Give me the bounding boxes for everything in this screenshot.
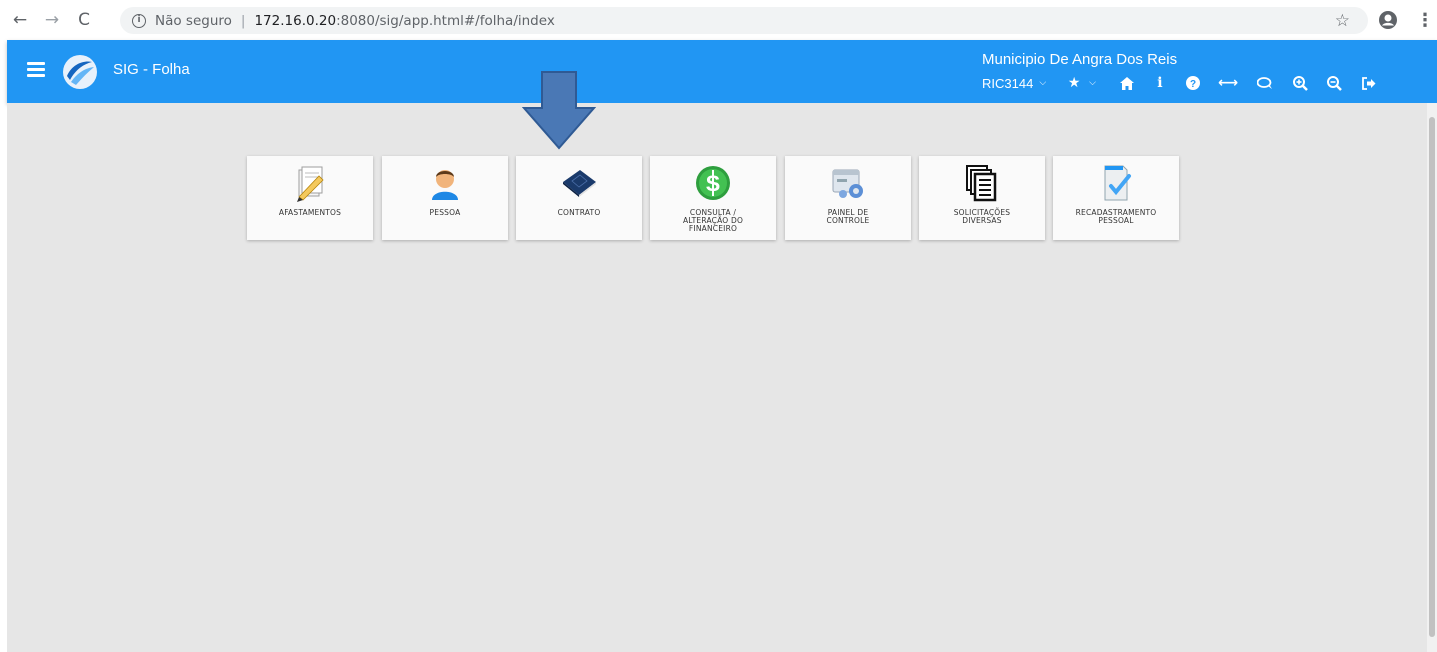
documents-stack-icon <box>966 165 997 202</box>
scrollbar-thumb[interactable] <box>1429 117 1435 637</box>
favorites-star-icon[interactable]: ★ <box>1065 74 1083 92</box>
tile-pessoa[interactable]: PESSOA <box>382 156 508 240</box>
expand-width-icon[interactable]: ⟷ <box>1218 74 1238 92</box>
chat-icon[interactable] <box>1256 74 1274 92</box>
zoom-in-icon[interactable] <box>1292 74 1310 92</box>
document-check-icon <box>1104 165 1131 201</box>
address-bar[interactable]: i Não seguro | 172.16.0.20:8080/sig/app.… <box>120 7 1368 34</box>
tile-consulta-financeiro[interactable]: S CONSULTA / ALTERAÇÃO DO FINANCEIRO <box>650 156 776 240</box>
svg-text:?: ? <box>1190 79 1196 90</box>
contract-book-icon <box>563 170 596 197</box>
header-toolbar: RIC3144 ⌵ ★ ⌵ i ? ⟷ <box>982 73 1378 93</box>
browser-menu-icon[interactable]: ⋮ <box>1416 10 1434 31</box>
user-code: RIC3144 <box>982 75 1034 91</box>
tile-label: PAINEL DE CONTROLE <box>826 208 870 225</box>
tile-contrato[interactable]: CONTRATO <box>516 156 642 240</box>
app-header: SIG - Folha Municipio De Angra Dos Reis … <box>7 40 1437 103</box>
info-icon[interactable]: i <box>132 13 146 28</box>
chevron-down-icon[interactable]: ⌵ <box>1089 78 1096 88</box>
app-title: SIG - Folha <box>113 61 190 78</box>
zoom-out-icon[interactable] <box>1326 74 1344 92</box>
vertical-scrollbar[interactable] <box>1427 103 1437 652</box>
hamburger-menu-icon[interactable] <box>27 62 45 77</box>
edit-document-icon <box>297 166 324 202</box>
tile-label: AFASTAMENTOS <box>278 208 342 217</box>
url-path: :8080/sig/app.html#/folha/index <box>336 12 555 29</box>
forward-button[interactable]: → <box>41 9 63 31</box>
profile-icon[interactable] <box>1378 10 1398 30</box>
app-logo <box>63 55 97 89</box>
tile-solicitacoes-diversas[interactable]: SOLICITAÇÕES DIVERSAS <box>919 156 1045 240</box>
tile-label: CONSULTA / ALTERAÇÃO DO FINANCEIRO <box>682 208 744 233</box>
info-icon[interactable]: i <box>1151 74 1169 92</box>
tile-afastamentos[interactable]: AFASTAMENTOS <box>247 156 373 240</box>
omnibox-separator: | <box>240 12 246 29</box>
person-icon <box>432 170 458 200</box>
back-button[interactable]: ← <box>9 9 31 31</box>
tile-recadastramento-pessoal[interactable]: RECADASTRAMENTO PESSOAL <box>1053 156 1179 240</box>
tile-label: PESSOA <box>429 208 461 217</box>
home-icon[interactable] <box>1118 74 1136 92</box>
help-icon[interactable]: ? <box>1184 74 1202 92</box>
tile-label: CONTRATO <box>557 208 601 217</box>
tile-label: SOLICITAÇÕES DIVERSAS <box>953 208 1011 225</box>
security-label: Não seguro <box>155 12 232 29</box>
url-host: 172.16.0.20 <box>254 12 337 29</box>
reload-button[interactable]: C <box>73 9 95 31</box>
municipio-name: Municipio De Angra Dos Reis <box>982 51 1178 68</box>
down-arrow-icon <box>522 71 596 150</box>
chevron-down-icon: ⌵ <box>1039 78 1047 88</box>
control-panel-icon <box>832 169 863 198</box>
dollar-icon: S <box>696 166 730 200</box>
logout-icon[interactable] <box>1360 74 1378 92</box>
tile-label: RECADASTRAMENTO PESSOAL <box>1075 208 1157 225</box>
user-dropdown[interactable]: RIC3144 ⌵ <box>982 76 1046 91</box>
tile-painel-controle[interactable]: PAINEL DE CONTROLE <box>785 156 911 240</box>
bookmark-star-icon[interactable]: ☆ <box>1335 11 1350 31</box>
browser-toolbar: ← → C i Não seguro | 172.16.0.20:8080/si… <box>0 0 1437 40</box>
